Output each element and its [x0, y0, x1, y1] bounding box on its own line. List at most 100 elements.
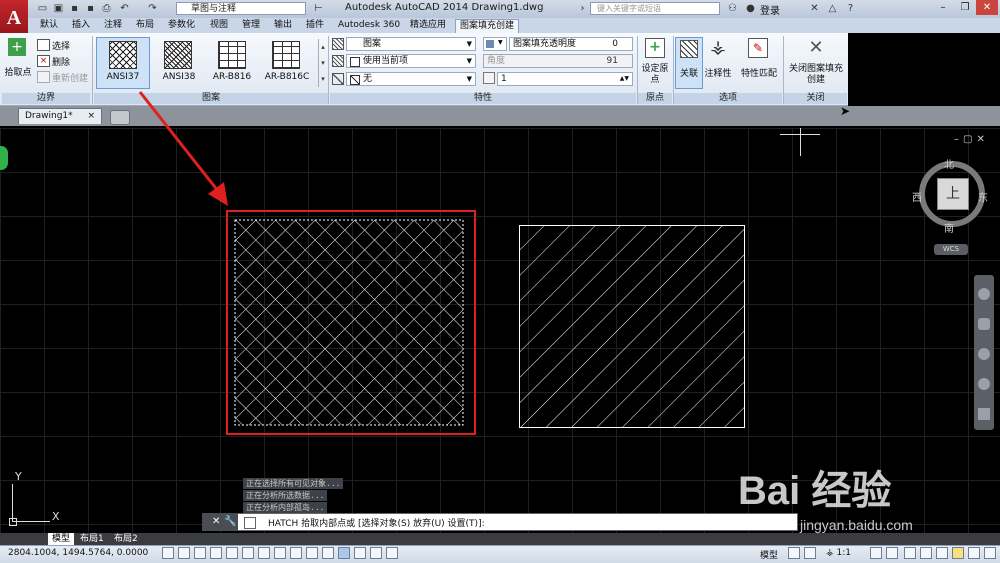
close-command-icon[interactable]: ✕ [202, 516, 220, 527]
tab-autodesk-360[interactable]: Autodesk 360 [334, 19, 404, 32]
tab-parametric[interactable]: 参数化 [164, 19, 199, 32]
close-tab-icon[interactable]: × [87, 109, 95, 124]
status-menu-icon[interactable] [968, 547, 980, 559]
panel-title-properties[interactable]: 特性 [330, 93, 636, 104]
infer-constraints-icon[interactable] [162, 547, 174, 559]
quick-view-drawings-icon[interactable] [804, 547, 816, 559]
binoculars-icon[interactable]: ⚇ [726, 2, 739, 15]
remove-button[interactable]: 删除 [52, 55, 70, 68]
transparency-field[interactable]: 图案填充透明度 0 [509, 37, 633, 51]
panel-title-origin[interactable]: 原点 [638, 93, 672, 104]
object-snap-tracking-icon[interactable] [274, 547, 286, 559]
workspace-select[interactable]: 草图与注释 [176, 2, 306, 15]
transparency-dropdown[interactable]: ▼ [483, 37, 507, 51]
isolate-objects-icon[interactable] [952, 547, 964, 559]
plot-icon[interactable]: ⎙ [100, 2, 113, 15]
undo-icon[interactable]: ↶ [118, 2, 131, 15]
tab-manage[interactable]: 管理 [238, 19, 264, 32]
showmotion-icon[interactable] [978, 408, 990, 420]
snap-mode-icon[interactable] [178, 547, 190, 559]
auto-scale-icon[interactable] [886, 547, 898, 559]
annotation-visibility-icon[interactable] [870, 547, 882, 559]
spinner-icon[interactable]: ▲▼ [620, 73, 629, 85]
tab-plugins[interactable]: 插件 [302, 19, 328, 32]
layout-tab-1[interactable]: 布局1 [76, 533, 108, 545]
pattern-ansi38-label[interactable]: ANSI38 [152, 72, 206, 82]
command-line-controls[interactable]: ✕ 🔧 [202, 513, 238, 531]
pattern-ansi37-label[interactable]: ANSI37 [96, 72, 150, 82]
steering-wheel-icon[interactable] [978, 288, 990, 300]
dynamic-input-icon[interactable] [306, 547, 318, 559]
exchange-icon[interactable]: ✕ [808, 2, 821, 15]
workspace-switching-icon[interactable] [904, 547, 916, 559]
quick-view-layouts-icon[interactable] [788, 547, 800, 559]
orbit-icon[interactable] [978, 378, 990, 390]
viewcube-south[interactable]: 南 [944, 220, 954, 235]
pan-icon[interactable] [978, 318, 990, 330]
zoom-icon[interactable] [978, 348, 990, 360]
recreate-button[interactable]: 重新创建 [52, 71, 88, 84]
tab-insert[interactable]: 插入 [68, 19, 94, 32]
hatch-preview-ansi37[interactable] [234, 219, 464, 426]
hatch-color-select[interactable]: 使用当前项 ▼ [346, 54, 476, 68]
tab-layout[interactable]: 布局 [132, 19, 158, 32]
save-as-icon[interactable]: ▪ [84, 2, 97, 15]
select-objects-icon[interactable] [37, 39, 50, 51]
panel-title-options[interactable]: 选项 [674, 93, 782, 104]
polar-tracking-icon[interactable] [226, 547, 238, 559]
associative-button[interactable]: 关联 [675, 66, 703, 79]
model-space-button[interactable]: 模型 [760, 548, 778, 561]
layout-tab-model[interactable]: 模型 [48, 533, 75, 545]
login-button[interactable]: 登录 [760, 2, 780, 17]
a360-icon[interactable]: △ [826, 2, 839, 15]
save-icon[interactable]: ▪ [68, 2, 81, 15]
annotative-button[interactable]: 注释性 [703, 66, 733, 79]
command-prompt-text[interactable]: HATCH 拾取内部点或 [选择对象(S) 放弃(U) 设置(T)]: [268, 516, 485, 529]
clean-screen-icon[interactable] [984, 547, 996, 559]
online-status-icon[interactable] [0, 146, 8, 170]
panel-title-boundary[interactable]: 边界 [2, 93, 90, 104]
layout-tab-2[interactable]: 布局2 [110, 533, 142, 545]
object-snap-icon[interactable] [242, 547, 254, 559]
hardware-acceleration-icon[interactable] [936, 547, 948, 559]
open-file-icon[interactable]: ▣ [52, 2, 65, 15]
background-color-select[interactable]: 无 ▼ [346, 72, 476, 86]
pattern-ar-b816c-label[interactable]: AR-B816C [258, 72, 316, 82]
coordinates-display[interactable]: 2804.1004, 1494.5764, 0.0000 [8, 548, 148, 558]
new-file-icon[interactable]: ▭ [36, 2, 49, 15]
tab-annotate[interactable]: 注释 [100, 19, 126, 32]
associative-icon[interactable] [680, 40, 698, 58]
select-button[interactable]: 选择 [52, 39, 70, 52]
ortho-mode-icon[interactable] [210, 547, 222, 559]
tab-featured-apps[interactable]: 精选应用 [406, 19, 450, 32]
lineweight-icon[interactable] [322, 547, 334, 559]
pattern-ansi38-icon[interactable] [164, 41, 192, 69]
restore-icon[interactable]: ❐ [954, 0, 976, 15]
transparency-toggle-icon[interactable] [338, 547, 350, 559]
close-hatch-icon[interactable]: ✕ [806, 38, 826, 58]
pick-point-icon[interactable]: + [8, 38, 26, 56]
pick-point-button[interactable]: 拾取点 [2, 65, 34, 78]
match-properties-icon[interactable]: ✎ [748, 38, 768, 58]
close-icon[interactable]: ✕ [976, 0, 998, 15]
pattern-ar-b816c-icon[interactable] [272, 41, 300, 69]
annotation-monitor-icon[interactable] [386, 547, 398, 559]
minimize-icon[interactable]: – [932, 0, 954, 15]
new-tab-icon[interactable] [110, 110, 130, 125]
viewcube-west[interactable]: 西 [912, 189, 922, 204]
help-icon[interactable]: ? [844, 2, 857, 15]
3d-object-snap-icon[interactable] [258, 547, 270, 559]
pattern-ar-b816-icon[interactable] [218, 41, 246, 69]
scale-field[interactable]: 1 ▲▼ [497, 72, 633, 86]
grid-display-icon[interactable] [194, 547, 206, 559]
tab-default[interactable]: 默认 [36, 19, 62, 32]
search-input[interactable]: 键入关键字或短语 [590, 2, 720, 15]
pattern-scroll-icon[interactable]: ▴ ▾ ▾ [318, 39, 327, 87]
pattern-ar-b816-label[interactable]: AR-B816 [205, 72, 259, 82]
pattern-ansi37-icon[interactable] [109, 41, 137, 69]
user-icon[interactable]: ● [744, 2, 757, 15]
match-properties-button[interactable]: 特性匹配 [738, 66, 780, 79]
annotation-scale[interactable]: ⚶ 1:1 [826, 548, 851, 558]
lock-icon[interactable] [920, 547, 932, 559]
ducs-icon[interactable] [290, 547, 302, 559]
